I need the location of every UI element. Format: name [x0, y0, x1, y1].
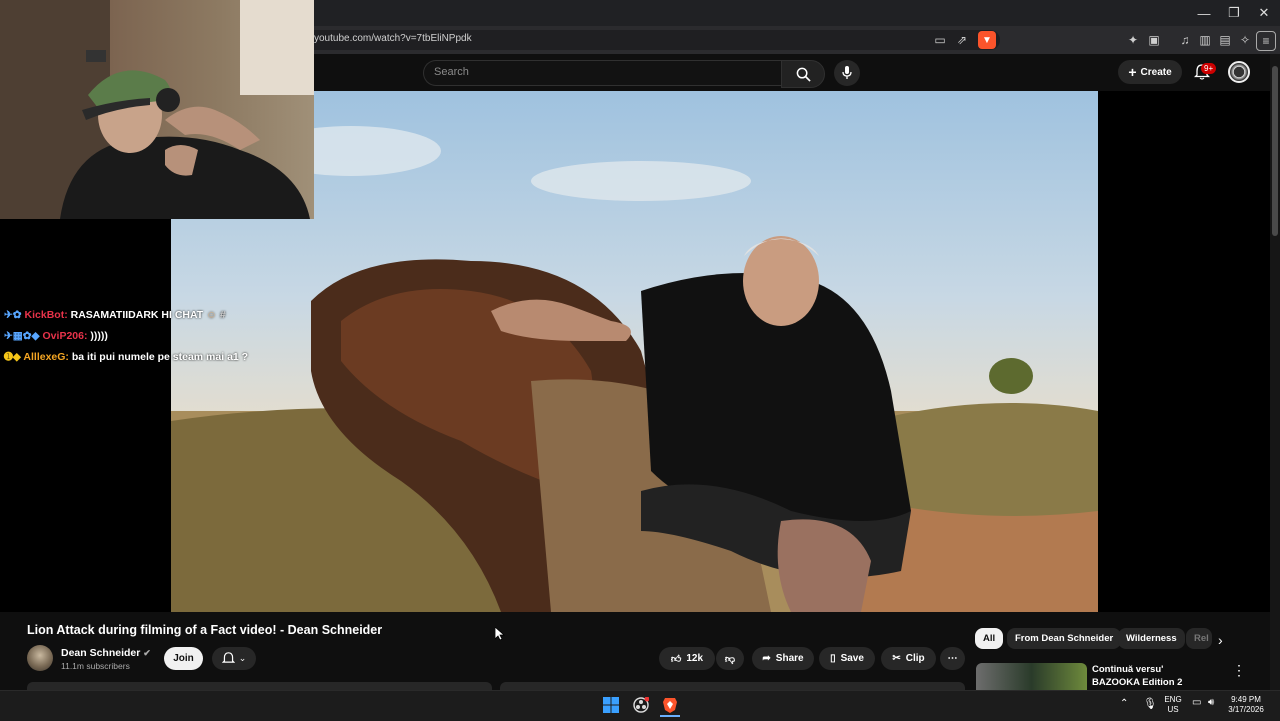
clip-button[interactable]: ✂ Clip: [881, 647, 936, 670]
comments-box[interactable]: [500, 682, 965, 690]
brave-browser-icon[interactable]: [660, 695, 680, 717]
clock[interactable]: 9:49 PM 3/17/2026: [1226, 695, 1266, 715]
sidebar-icon[interactable]: ▥: [1196, 31, 1214, 49]
save-button[interactable]: ▯ Save: [819, 647, 875, 670]
chat-text: ))))): [90, 330, 108, 342]
clock-date: 3/17/2026: [1228, 705, 1264, 714]
create-button[interactable]: + Create: [1118, 60, 1182, 84]
chat-badge-icon: ✈▦✿◆: [4, 330, 40, 342]
video-title: Lion Attack during filming of a Fact vid…: [27, 623, 383, 637]
language-indicator[interactable]: ENG US: [1162, 695, 1184, 715]
search-icon: [796, 67, 811, 82]
volume-icon[interactable]: 🔊︎: [1208, 697, 1214, 708]
microphone-icon: [842, 66, 852, 79]
close-icon[interactable]: ✕: [1248, 0, 1280, 26]
restore-icon[interactable]: ❐: [1218, 0, 1250, 26]
share-button[interactable]: ➦ Share: [752, 647, 814, 670]
obs-app-icon[interactable]: [631, 695, 651, 715]
network-icon[interactable]: ▭: [1192, 697, 1201, 708]
chip-all[interactable]: All: [975, 628, 1004, 649]
chevron-down-icon: ⌄: [238, 653, 247, 663]
cast-icon[interactable]: ▭: [931, 31, 949, 49]
thumbs-up-icon: 👍︎: [670, 653, 682, 665]
chat-username: AlllexeG:: [23, 351, 69, 363]
like-button[interactable]: 👍︎ 12k: [659, 647, 715, 670]
chat-text: RASAMATIIDARK HI CHAT: [70, 309, 204, 321]
like-count: 12k: [686, 653, 704, 664]
address-text[interactable]: youtube.com/watch?v=7tbEliNPpdk: [314, 33, 472, 44]
chevron-right-icon[interactable]: ›: [1218, 632, 1223, 648]
recommendation-title[interactable]: Continuă versu' BAZOOKA Edition 2: [1092, 663, 1212, 689]
chat-message: ✈✿ KickBot: RASAMATIIDARK HI CHAT ☺ #: [4, 309, 226, 321]
subscription-bell-button[interactable]: ⌄: [212, 647, 256, 670]
plus-icon: +: [1128, 64, 1137, 80]
create-label: Create: [1140, 66, 1172, 78]
clock-time: 9:49 PM: [1231, 695, 1261, 704]
chat-text: ba iti pui numele pe steam mai a1 ?: [71, 351, 249, 363]
description-box[interactable]: [27, 682, 492, 690]
microphone-tray-icon[interactable]: 🎙︎: [1143, 697, 1157, 710]
clip-label: Clip: [905, 653, 925, 664]
scrollbar-thumb[interactable]: [1272, 66, 1278, 236]
dislike-button[interactable]: 👎︎: [716, 647, 744, 670]
recommendation-thumbnail[interactable]: [976, 663, 1087, 690]
notification-badge: 9+: [1201, 63, 1217, 74]
subscriber-count: 11.1m subscribers: [61, 661, 130, 671]
tray-chevron-icon[interactable]: ⌃: [1120, 698, 1128, 709]
menu-icon[interactable]: ≡: [1256, 31, 1276, 51]
more-horizontal-icon: ⋯: [947, 653, 958, 664]
thumbs-down-icon: 👎︎: [724, 653, 736, 665]
brave-shield-icon[interactable]: ▼: [978, 31, 996, 49]
more-actions-button[interactable]: ⋯: [940, 647, 965, 670]
chat-badge-icon: ✈✿: [4, 309, 22, 321]
tab-search-icon[interactable]: ▣: [1145, 31, 1163, 49]
channel-name-text[interactable]: Dean Schneider: [61, 647, 140, 659]
join-button[interactable]: Join: [164, 647, 203, 670]
share-page-icon[interactable]: ⇗: [953, 31, 971, 49]
region-code: US: [1167, 705, 1179, 714]
search-input[interactable]: [423, 60, 781, 86]
windows-start-icon[interactable]: [601, 695, 621, 715]
player-side-area: [1098, 91, 1270, 612]
share-icon: ➦: [762, 653, 771, 664]
channel-avatar[interactable]: [27, 645, 53, 671]
emote-icon: ☺: [206, 309, 217, 321]
bell-icon: [221, 652, 235, 663]
verified-icon: ✔: [143, 648, 151, 658]
account-avatar[interactable]: [1228, 61, 1250, 83]
wallet-icon[interactable]: ▤: [1216, 31, 1234, 49]
chat-tail: #: [219, 309, 226, 321]
chat-username: OviP206:: [42, 330, 88, 342]
language-code: ENG: [1164, 695, 1182, 704]
search-placeholder: Search: [434, 66, 469, 78]
scissors-icon: ✂: [892, 653, 901, 664]
webcam-frame: [0, 0, 314, 219]
extensions-icon[interactable]: ✦: [1124, 31, 1142, 49]
minimize-icon[interactable]: —: [1188, 0, 1220, 26]
stream-chat-area: [0, 219, 171, 612]
leo-ai-icon[interactable]: ✧: [1236, 31, 1254, 49]
chip-wilderness[interactable]: Wilderness: [1118, 628, 1185, 649]
chat-badge-icon: ➊◆: [4, 351, 21, 363]
webcam-overlay: [0, 0, 314, 219]
mouse-cursor: [495, 627, 505, 641]
channel-name[interactable]: Dean Schneider ✔: [61, 647, 151, 659]
chat-username: KickBot:: [24, 309, 68, 321]
save-label: Save: [840, 653, 864, 664]
more-vertical-icon[interactable]: ⋮: [1232, 662, 1246, 679]
chat-message: ✈▦✿◆ OviP206: ))))): [4, 330, 108, 342]
voice-search-button[interactable]: [834, 60, 860, 86]
search-button[interactable]: [781, 60, 825, 88]
chip-from-channel[interactable]: From Dean Schneider: [1007, 628, 1122, 649]
chat-message: ➊◆ AlllexeG: ba iti pui numele pe steam …: [4, 351, 248, 363]
share-label: Share: [775, 653, 804, 664]
media-icon[interactable]: ♫: [1176, 31, 1194, 49]
chip-related[interactable]: Rel: [1186, 628, 1212, 649]
bookmark-icon: ▯: [830, 653, 836, 664]
